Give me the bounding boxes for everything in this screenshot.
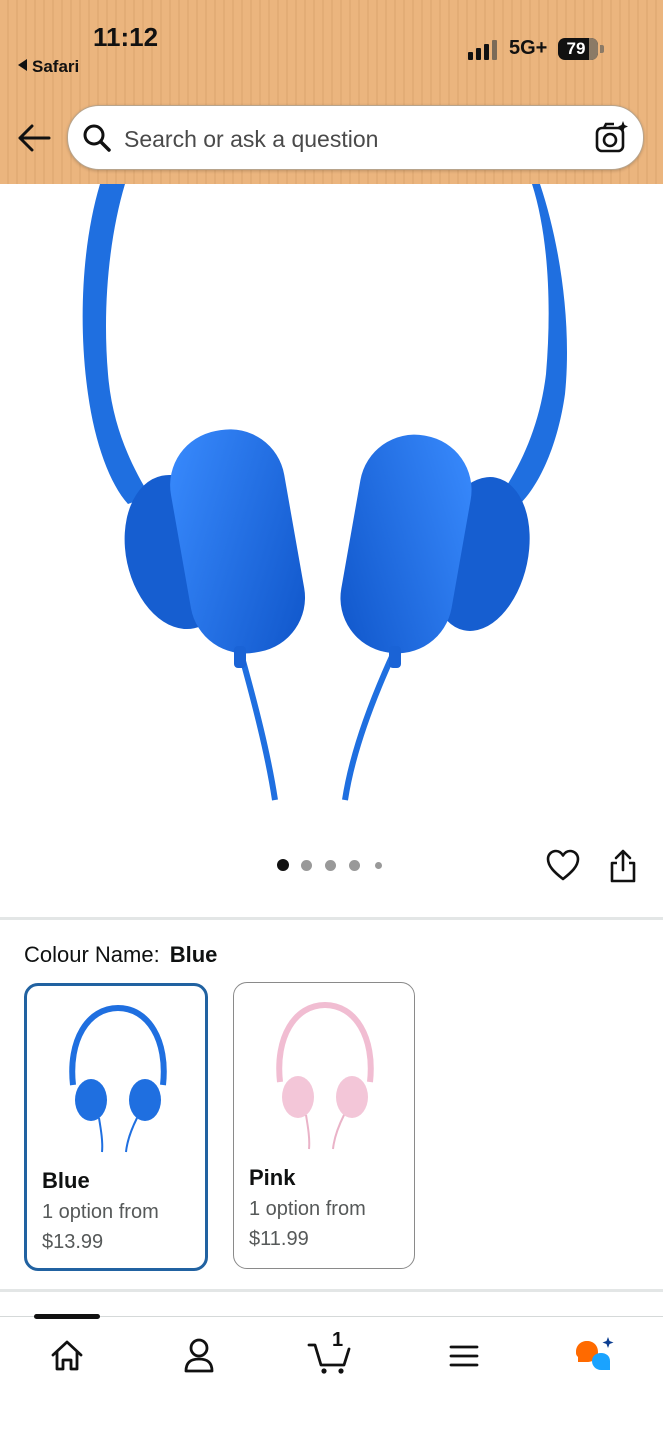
swatch-option-text: 1 option from [249, 1198, 366, 1220]
search-input[interactable]: Search or ask a question [124, 126, 378, 153]
status-time: 11:12 [93, 22, 159, 52]
carousel-dot[interactable] [349, 860, 360, 871]
cart-icon [307, 1343, 351, 1374]
carousel-dot[interactable] [375, 862, 382, 869]
divider [0, 917, 663, 920]
swatch-name: Pink [249, 1165, 296, 1190]
heart-icon[interactable] [545, 848, 581, 882]
swatch-price: $13.99 [42, 1231, 104, 1253]
colour-selected-value: Blue [169, 942, 218, 967]
signal-strength-icon [468, 38, 500, 60]
swatch-name: Blue [42, 1168, 90, 1193]
home-icon[interactable] [43, 1335, 91, 1375]
rufus-icon[interactable] [570, 1335, 618, 1375]
blue-headphones-thumbnail [69, 1004, 167, 1153]
back-triangle-icon [18, 59, 27, 71]
menu-icon[interactable] [440, 1335, 488, 1375]
active-tab-indicator [34, 1314, 100, 1319]
swatch-blue[interactable]: Blue 1 option from $13.99 [24, 983, 208, 1271]
divider [0, 1289, 663, 1292]
share-icon[interactable] [608, 848, 638, 884]
battery-level: 79 [566, 39, 586, 58]
colour-label: Colour Name: [24, 942, 160, 967]
search-icon [83, 124, 111, 152]
cart-count: 1 [332, 1329, 344, 1351]
bottom-nav: 1 [0, 1314, 663, 1440]
cart-button[interactable]: 1 [306, 1329, 354, 1375]
search-bar[interactable]: Search or ask a question [67, 105, 644, 170]
carousel-dot[interactable] [325, 860, 336, 871]
swatch-pink[interactable]: Pink 1 option from $11.99 [233, 982, 415, 1269]
back-arrow-icon[interactable] [16, 121, 52, 155]
battery-icon: 79 [558, 38, 604, 60]
colour-name-label: Colour Name: Blue [24, 942, 217, 968]
carousel-dots[interactable] [277, 859, 387, 873]
swatch-option-text: 1 option from [42, 1201, 159, 1223]
network-type: 5G+ [509, 37, 548, 59]
account-icon[interactable] [175, 1335, 223, 1375]
pink-headphones-thumbnail [276, 1001, 374, 1150]
swatch-price: $11.99 [249, 1228, 309, 1250]
back-app-label: Safari [32, 57, 80, 76]
carousel-dot[interactable] [277, 859, 289, 871]
back-to-safari[interactable]: Safari [18, 57, 79, 77]
camera-lens-icon[interactable] [595, 120, 629, 154]
product-image[interactable] [0, 184, 663, 804]
header: 11:12 Safari 5G+ 79 Search or ask a ques… [0, 0, 663, 184]
carousel-dot[interactable] [301, 860, 312, 871]
headphones-image [82, 184, 568, 801]
